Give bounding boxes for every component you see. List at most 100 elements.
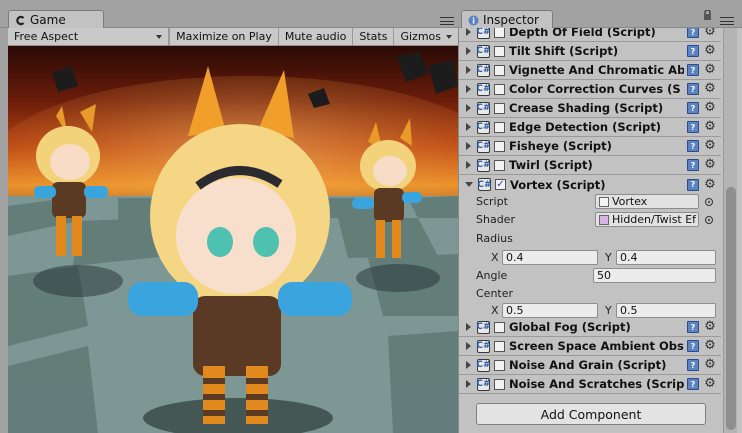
component-row[interactable]: C# Global Fog (Script) ? ⚙: [459, 318, 721, 337]
help-icon[interactable]: ?: [687, 140, 699, 152]
fold-arrow-icon[interactable]: [466, 361, 471, 369]
aspect-dropdown-value: Free Aspect: [14, 30, 79, 43]
help-icon[interactable]: ?: [687, 28, 699, 38]
gear-icon[interactable]: ⚙: [703, 28, 717, 39]
tab-inspector[interactable]: Inspector: [461, 10, 553, 29]
help-icon[interactable]: ?: [687, 121, 699, 133]
radius-y-field[interactable]: 0.4: [616, 250, 716, 265]
gear-icon[interactable]: ⚙: [703, 358, 717, 372]
help-icon[interactable]: ?: [687, 159, 699, 171]
help-icon[interactable]: ?: [687, 378, 699, 390]
stats-button[interactable]: Stats: [352, 28, 393, 45]
gizmos-dropdown[interactable]: Gizmos: [393, 28, 458, 45]
help-icon[interactable]: ?: [687, 83, 699, 95]
inspector-scrollbar[interactable]: [723, 28, 737, 433]
help-icon[interactable]: ?: [687, 178, 699, 191]
component-name: Color Correction Curves (S: [509, 82, 681, 96]
enable-checkbox[interactable]: [494, 102, 505, 114]
gear-icon[interactable]: ⚙: [703, 101, 717, 115]
fold-arrow-icon[interactable]: [466, 85, 471, 93]
gear-icon[interactable]: ⚙: [703, 63, 717, 77]
gear-icon[interactable]: ⚙: [703, 377, 717, 391]
shader-field-value: Hidden/Twist Ef: [612, 213, 697, 226]
script-icon: C#: [477, 178, 492, 191]
fold-arrow-open-icon[interactable]: [465, 182, 473, 187]
enable-checkbox[interactable]: [494, 121, 505, 133]
component-row[interactable]: C# Crease Shading (Script) ? ⚙: [459, 99, 721, 118]
gear-icon[interactable]: ⚙: [703, 158, 717, 172]
component-row[interactable]: C# Noise And Grain (Script) ? ⚙: [459, 356, 721, 375]
enable-checkbox[interactable]: [494, 340, 505, 352]
component-name: Vignette And Chromatic Ab: [509, 63, 684, 77]
fold-arrow-icon[interactable]: [466, 104, 471, 112]
gear-icon[interactable]: ⚙: [703, 177, 717, 192]
center-y-field[interactable]: 0.5: [616, 303, 716, 318]
maximize-on-play-button[interactable]: Maximize on Play: [169, 28, 278, 45]
help-icon[interactable]: ?: [687, 45, 699, 57]
inspector-tab-menu-icon[interactable]: [720, 17, 734, 25]
gear-icon[interactable]: ⚙: [703, 82, 717, 96]
component-row[interactable]: C# Fisheye (Script) ? ⚙: [459, 137, 721, 156]
enable-checkbox[interactable]: [494, 378, 505, 390]
fold-arrow-icon[interactable]: [466, 47, 471, 55]
gear-icon[interactable]: ⚙: [703, 339, 717, 353]
gear-icon[interactable]: ⚙: [703, 139, 717, 153]
aspect-dropdown[interactable]: Free Aspect: [8, 28, 170, 45]
gear-icon[interactable]: ⚙: [703, 320, 717, 334]
enable-checkbox[interactable]: [494, 359, 505, 371]
object-picker-icon[interactable]: [705, 216, 713, 224]
gear-icon[interactable]: ⚙: [703, 44, 717, 58]
component-row[interactable]: C# Edge Detection (Script) ? ⚙: [459, 118, 721, 137]
script-icon: C#: [476, 82, 491, 96]
script-field[interactable]: Vortex: [595, 194, 699, 209]
fold-arrow-icon[interactable]: [466, 323, 471, 331]
component-row-vortex[interactable]: C# Vortex (Script) ? ⚙: [459, 175, 721, 194]
scrollbar-thumb[interactable]: [726, 187, 736, 430]
object-picker-icon[interactable]: [705, 198, 713, 206]
help-icon[interactable]: ?: [687, 359, 699, 371]
fold-arrow-icon[interactable]: [466, 142, 471, 150]
component-name: Screen Space Ambient Obs: [509, 339, 684, 353]
center-x-field[interactable]: 0.5: [502, 303, 598, 318]
component-row[interactable]: C# Twirl (Script) ? ⚙: [459, 156, 721, 175]
fold-arrow-icon[interactable]: [466, 161, 471, 169]
enable-checkbox[interactable]: [494, 28, 505, 38]
fold-arrow-icon[interactable]: [466, 28, 471, 36]
help-icon[interactable]: ?: [687, 321, 699, 333]
tab-inspector-label: Inspector: [483, 13, 539, 27]
angle-field[interactable]: 50: [593, 268, 716, 283]
component-row[interactable]: C# Tilt Shift (Script) ? ⚙: [459, 42, 721, 61]
enable-checkbox[interactable]: [494, 45, 505, 57]
fold-arrow-icon[interactable]: [466, 66, 471, 74]
enable-checkbox[interactable]: [494, 140, 505, 152]
enable-checkbox[interactable]: [494, 83, 505, 95]
radius-x-field[interactable]: 0.4: [502, 250, 598, 265]
enable-checkbox-checked[interactable]: [495, 179, 506, 190]
component-row[interactable]: C# Color Correction Curves (S ? ⚙: [459, 80, 721, 99]
help-icon[interactable]: ?: [687, 340, 699, 352]
center-x-label: X: [491, 304, 499, 317]
inspector-body: C# Depth Of Field (Script) ? ⚙ C# Tilt S…: [458, 28, 742, 433]
fold-arrow-icon[interactable]: [466, 342, 471, 350]
help-icon[interactable]: ?: [687, 102, 699, 114]
lock-icon[interactable]: [703, 9, 712, 20]
tab-game[interactable]: Game: [8, 10, 104, 29]
component-name: Twirl (Script): [509, 158, 593, 172]
mute-audio-button[interactable]: Mute audio: [277, 28, 353, 45]
enable-checkbox[interactable]: [494, 159, 505, 171]
gear-icon[interactable]: ⚙: [703, 120, 717, 134]
component-row[interactable]: C# Noise And Scratches (Scrip ? ⚙: [459, 375, 721, 394]
component-row[interactable]: C# Depth Of Field (Script) ? ⚙: [459, 28, 721, 42]
game-tabbar: Game: [0, 0, 458, 29]
fold-arrow-icon[interactable]: [466, 380, 471, 388]
game-tab-menu-icon[interactable]: [440, 17, 454, 25]
help-icon[interactable]: ?: [687, 64, 699, 76]
shader-field[interactable]: Hidden/Twist Ef: [595, 212, 699, 227]
game-viewport[interactable]: [8, 46, 458, 433]
component-row[interactable]: C# Vignette And Chromatic Ab ? ⚙: [459, 61, 721, 80]
add-component-button[interactable]: Add Component: [476, 403, 706, 425]
enable-checkbox[interactable]: [494, 321, 505, 333]
component-row[interactable]: C# Screen Space Ambient Obs ? ⚙: [459, 337, 721, 356]
enable-checkbox[interactable]: [494, 64, 505, 76]
fold-arrow-icon[interactable]: [466, 123, 471, 131]
